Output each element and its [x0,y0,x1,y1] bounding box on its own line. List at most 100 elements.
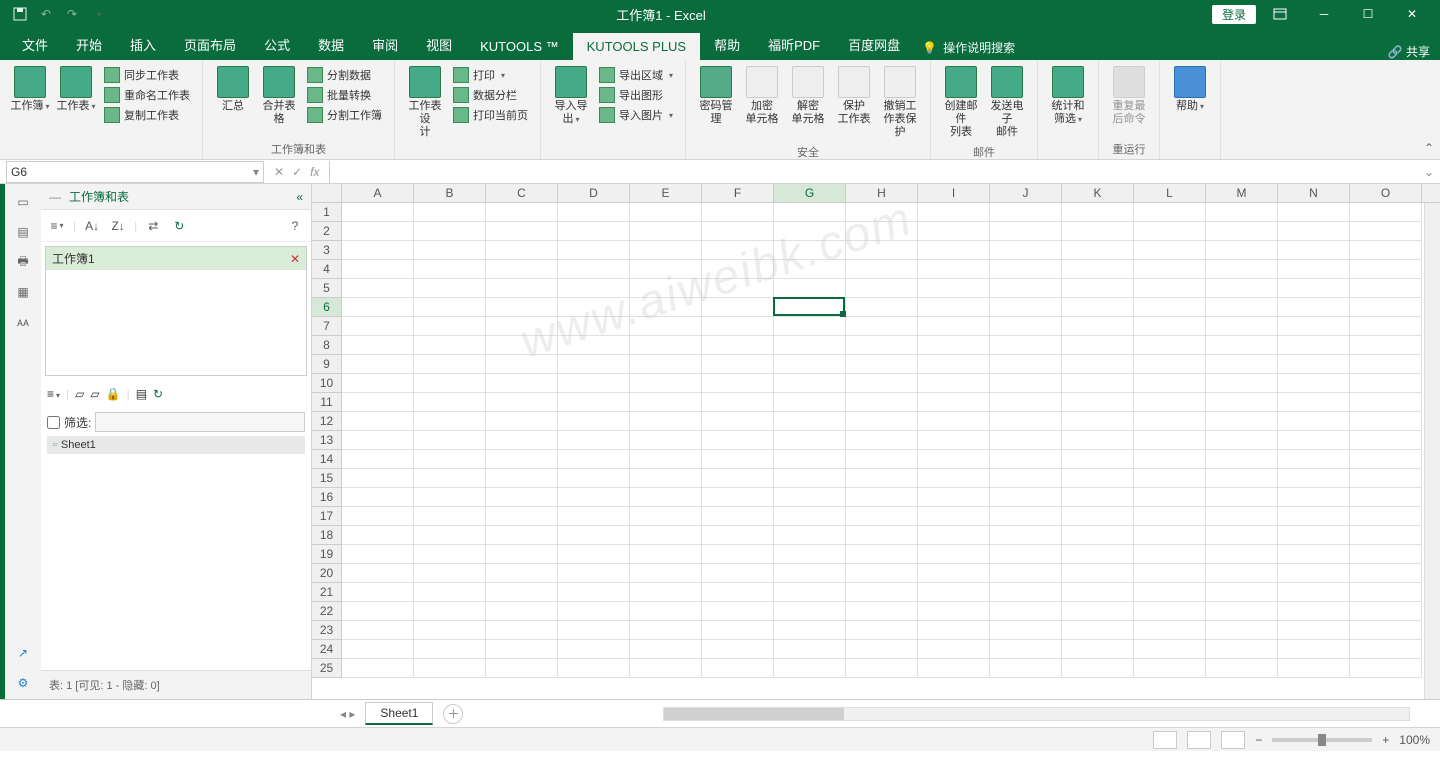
cell[interactable] [1278,279,1350,298]
cell[interactable] [486,621,558,640]
row-header[interactable]: 13 [312,431,342,450]
send-email-button[interactable]: 发送电子 邮件 [985,64,1029,142]
cell[interactable] [846,507,918,526]
cell[interactable] [558,659,630,678]
cell[interactable] [774,298,846,317]
tab-insert[interactable]: 插入 [116,29,170,60]
cell[interactable] [702,374,774,393]
cell[interactable] [702,431,774,450]
cell[interactable] [774,640,846,659]
cell[interactable] [846,355,918,374]
cell[interactable] [1350,583,1422,602]
cell[interactable] [486,393,558,412]
cell[interactable] [774,260,846,279]
cell[interactable] [1278,260,1350,279]
cell[interactable] [918,203,990,222]
cell[interactable] [1278,526,1350,545]
column-header[interactable]: G [774,184,846,202]
collapse-ribbon-icon[interactable]: ⌃ [1424,141,1434,155]
cell[interactable] [486,564,558,583]
cell[interactable] [1062,621,1134,640]
redo-icon[interactable]: ↷ [60,2,84,26]
cell[interactable] [486,431,558,450]
cell[interactable] [1350,659,1422,678]
panel-help-icon[interactable]: ? [285,216,305,236]
cell[interactable] [630,545,702,564]
qat-more-icon[interactable] [86,2,110,26]
cell[interactable] [558,222,630,241]
cell[interactable] [846,488,918,507]
zoom-in-button[interactable]: + [1382,733,1389,747]
cell[interactable] [342,260,414,279]
cell[interactable] [630,659,702,678]
zoom-out-button[interactable]: − [1255,733,1262,747]
column-header[interactable]: I [918,184,990,202]
cell[interactable] [1278,659,1350,678]
cell[interactable] [990,507,1062,526]
cell[interactable] [846,222,918,241]
cell[interactable] [774,222,846,241]
normal-view-icon[interactable] [1153,731,1177,749]
cell[interactable] [630,298,702,317]
cell[interactable] [1134,355,1206,374]
cell[interactable] [1134,583,1206,602]
workbook-item[interactable]: 工作簿1 ✕ [46,247,306,270]
cell[interactable] [846,450,918,469]
cell[interactable] [558,602,630,621]
cancel-formula-icon[interactable]: ✕ [274,165,284,179]
cell[interactable] [1350,355,1422,374]
cell[interactable] [1278,412,1350,431]
cell[interactable] [846,621,918,640]
cell[interactable] [630,336,702,355]
cell[interactable] [414,526,486,545]
cell[interactable] [1350,393,1422,412]
cell[interactable] [918,355,990,374]
cell[interactable] [1134,640,1206,659]
cell[interactable] [1350,602,1422,621]
cell[interactable] [774,583,846,602]
cell[interactable] [558,298,630,317]
cell[interactable] [486,298,558,317]
cell[interactable] [630,469,702,488]
tab-data[interactable]: 数据 [304,29,358,60]
tab-home[interactable]: 开始 [62,29,116,60]
cell[interactable] [846,374,918,393]
row-header[interactable]: 14 [312,450,342,469]
cell[interactable] [918,488,990,507]
cell[interactable] [846,412,918,431]
cell[interactable] [774,469,846,488]
cell[interactable] [486,583,558,602]
cell[interactable] [342,545,414,564]
encrypt-cell-button[interactable]: 加密 单元格 [740,64,784,128]
tab-review[interactable]: 审阅 [358,29,412,60]
cell[interactable] [990,431,1062,450]
cell[interactable] [774,545,846,564]
cell[interactable] [1206,222,1278,241]
cell[interactable] [1278,393,1350,412]
cell[interactable] [1206,279,1278,298]
cell[interactable] [774,564,846,583]
cell[interactable] [630,526,702,545]
cell[interactable] [702,526,774,545]
cell[interactable] [630,241,702,260]
cell[interactable] [702,583,774,602]
cell[interactable] [1350,450,1422,469]
cell[interactable] [702,412,774,431]
cell[interactable] [1062,336,1134,355]
share-button[interactable]: 🔗 共享 [1388,43,1430,60]
row-header[interactable]: 25 [312,659,342,678]
cell[interactable] [1278,431,1350,450]
cell[interactable] [558,526,630,545]
cell[interactable] [1062,659,1134,678]
cell[interactable] [1206,469,1278,488]
cell[interactable] [342,241,414,260]
cell[interactable] [1134,336,1206,355]
cell[interactable] [1062,564,1134,583]
cell[interactable] [846,564,918,583]
zoom-slider[interactable] [1272,738,1372,742]
cell[interactable] [1278,564,1350,583]
cell[interactable] [414,298,486,317]
filter-checkbox[interactable] [47,416,60,429]
cell[interactable] [342,222,414,241]
row-header[interactable]: 12 [312,412,342,431]
